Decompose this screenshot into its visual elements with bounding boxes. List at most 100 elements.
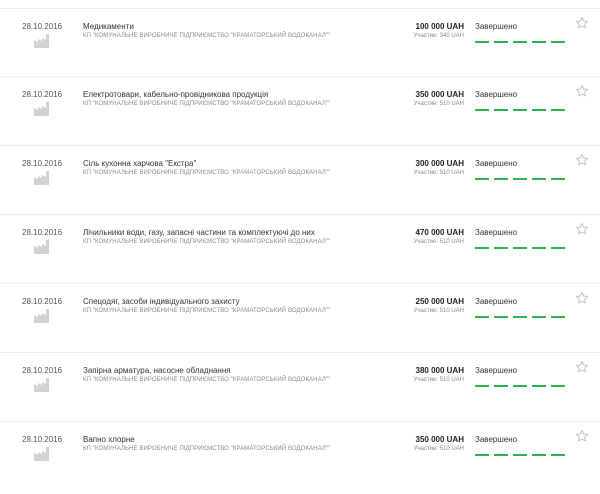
progress-steps bbox=[475, 454, 565, 456]
progress-steps bbox=[475, 247, 565, 249]
tender-row[interactable]: 28.10.2016 Лічильники води, газу, запасн… bbox=[0, 220, 600, 287]
progress-steps bbox=[475, 316, 565, 318]
progress-step bbox=[551, 247, 565, 249]
progress-step bbox=[532, 178, 546, 180]
progress-step bbox=[513, 109, 527, 111]
progress-steps bbox=[475, 109, 565, 111]
progress-step bbox=[532, 247, 546, 249]
tender-participation-fee: Участие: 510 UAH bbox=[413, 170, 464, 176]
tender-row[interactable]: 28.10.2016 Електротовари, кабельно-прові… bbox=[0, 82, 600, 149]
tender-organization: КП "КОМУНАЛЬНЕ ВИРОБНИЧЕ ПІДПРИЄМСТВО "К… bbox=[83, 446, 331, 452]
tender-participation-fee: Участие: 510 UAH bbox=[413, 239, 464, 245]
factory-icon bbox=[34, 378, 51, 392]
progress-step bbox=[494, 385, 508, 387]
tender-date: 28.10.2016 bbox=[22, 228, 63, 237]
tender-organization: КП "КОМУНАЛЬНЕ ВИРОБНИЧЕ ПІДПРИЄМСТВО "К… bbox=[83, 170, 331, 176]
tender-participation-fee: Участие: 510 UAH bbox=[413, 101, 464, 107]
progress-step bbox=[551, 41, 565, 43]
tender-status: Завершено bbox=[475, 366, 518, 375]
tender-organization: КП "КОМУНАЛЬНЕ ВИРОБНИЧЕ ПІДПРИЄМСТВО "К… bbox=[83, 101, 331, 107]
tender-date: 28.10.2016 bbox=[22, 366, 63, 375]
progress-step bbox=[475, 178, 489, 180]
star-outline-icon[interactable] bbox=[575, 84, 589, 98]
tender-date: 28.10.2016 bbox=[22, 90, 63, 99]
tender-row[interactable]: 28.10.2016 Спецодяг, засоби індивідуальн… bbox=[0, 289, 600, 356]
row-separator bbox=[0, 8, 600, 9]
star-outline-icon[interactable] bbox=[575, 291, 589, 305]
tender-amount: 300 000 UAH bbox=[415, 159, 464, 168]
tender-title-link[interactable]: Запірна арматура, насосне обладнання bbox=[83, 366, 231, 375]
progress-step bbox=[532, 41, 546, 43]
progress-step bbox=[513, 454, 527, 456]
tender-status: Завершено bbox=[475, 435, 518, 444]
tender-row[interactable]: 28.10.2016 Медикаменти КП "КОМУНАЛЬНЕ ВИ… bbox=[0, 14, 600, 81]
factory-icon bbox=[34, 102, 51, 116]
progress-step bbox=[532, 385, 546, 387]
tender-row[interactable]: 28.10.2016 Сіль кухонна харчова "Екстра"… bbox=[0, 151, 600, 218]
progress-step bbox=[475, 385, 489, 387]
tender-date: 28.10.2016 bbox=[22, 297, 63, 306]
tender-title-link[interactable]: Сіль кухонна харчова "Екстра" bbox=[83, 159, 196, 168]
tender-row[interactable]: 28.10.2016 Запірна арматура, насосне обл… bbox=[0, 358, 600, 425]
tender-date: 28.10.2016 bbox=[22, 22, 63, 31]
progress-step bbox=[513, 316, 527, 318]
progress-step bbox=[513, 178, 527, 180]
tender-amount: 380 000 UAH bbox=[415, 366, 464, 375]
progress-step bbox=[513, 247, 527, 249]
star-outline-icon[interactable] bbox=[575, 360, 589, 374]
tender-amount: 350 000 UAH bbox=[415, 435, 464, 444]
factory-icon bbox=[34, 171, 51, 185]
tender-status: Завершено bbox=[475, 22, 518, 31]
star-outline-icon[interactable] bbox=[575, 222, 589, 236]
tender-organization: КП "КОМУНАЛЬНЕ ВИРОБНИЧЕ ПІДПРИЄМСТВО "К… bbox=[83, 239, 331, 245]
tender-organization: КП "КОМУНАЛЬНЕ ВИРОБНИЧЕ ПІДПРИЄМСТВО "К… bbox=[83, 377, 331, 383]
tender-status: Завершено bbox=[475, 159, 518, 168]
tender-title-link[interactable]: Медикаменти bbox=[83, 22, 134, 31]
tender-status: Завершено bbox=[475, 228, 518, 237]
progress-step bbox=[551, 454, 565, 456]
tender-title-link[interactable]: Вапно хлорне bbox=[83, 435, 135, 444]
progress-step bbox=[494, 178, 508, 180]
star-outline-icon[interactable] bbox=[575, 16, 589, 30]
tender-participation-fee: Участие: 510 UAH bbox=[413, 446, 464, 452]
tender-date: 28.10.2016 bbox=[22, 435, 63, 444]
tender-status: Завершено bbox=[475, 90, 518, 99]
progress-step bbox=[532, 454, 546, 456]
factory-icon bbox=[34, 309, 51, 323]
progress-step bbox=[513, 385, 527, 387]
tender-date: 28.10.2016 bbox=[22, 159, 63, 168]
progress-step bbox=[475, 454, 489, 456]
progress-step bbox=[532, 316, 546, 318]
factory-icon bbox=[34, 34, 51, 48]
progress-step bbox=[475, 41, 489, 43]
progress-step bbox=[494, 454, 508, 456]
progress-step bbox=[551, 109, 565, 111]
tender-amount: 250 000 UAH bbox=[415, 297, 464, 306]
tender-title-link[interactable]: Лічильники води, газу, запасні частини т… bbox=[83, 228, 315, 237]
tender-title-link[interactable]: Спецодяг, засоби індивідуального захисту bbox=[83, 297, 239, 306]
star-outline-icon[interactable] bbox=[575, 153, 589, 167]
progress-step bbox=[494, 247, 508, 249]
progress-steps bbox=[475, 178, 565, 180]
progress-steps bbox=[475, 41, 565, 43]
tender-status: Завершено bbox=[475, 297, 518, 306]
tender-participation-fee: Участие: 340 UAH bbox=[413, 33, 464, 39]
star-outline-icon[interactable] bbox=[575, 429, 589, 443]
factory-icon bbox=[34, 240, 51, 254]
tender-row[interactable]: 28.10.2016 Вапно хлорне КП "КОМУНАЛЬНЕ В… bbox=[0, 427, 600, 494]
progress-step bbox=[551, 178, 565, 180]
tender-amount: 100 000 UAH bbox=[415, 22, 464, 31]
progress-step bbox=[513, 41, 527, 43]
tender-organization: КП "КОМУНАЛЬНЕ ВИРОБНИЧЕ ПІДПРИЄМСТВО "К… bbox=[83, 33, 331, 39]
progress-step bbox=[551, 316, 565, 318]
progress-step bbox=[532, 109, 546, 111]
tender-list: 28.10.2016 Медикаменти КП "КОМУНАЛЬНЕ ВИ… bbox=[0, 0, 600, 476]
progress-step bbox=[494, 109, 508, 111]
tender-title-link[interactable]: Електротовари, кабельно-провідникова про… bbox=[83, 90, 268, 99]
tender-participation-fee: Участие: 510 UAH bbox=[413, 308, 464, 314]
progress-step bbox=[551, 385, 565, 387]
progress-step bbox=[494, 41, 508, 43]
progress-steps bbox=[475, 385, 565, 387]
tender-participation-fee: Участие: 510 UAH bbox=[413, 377, 464, 383]
tender-amount: 470 000 UAH bbox=[415, 228, 464, 237]
